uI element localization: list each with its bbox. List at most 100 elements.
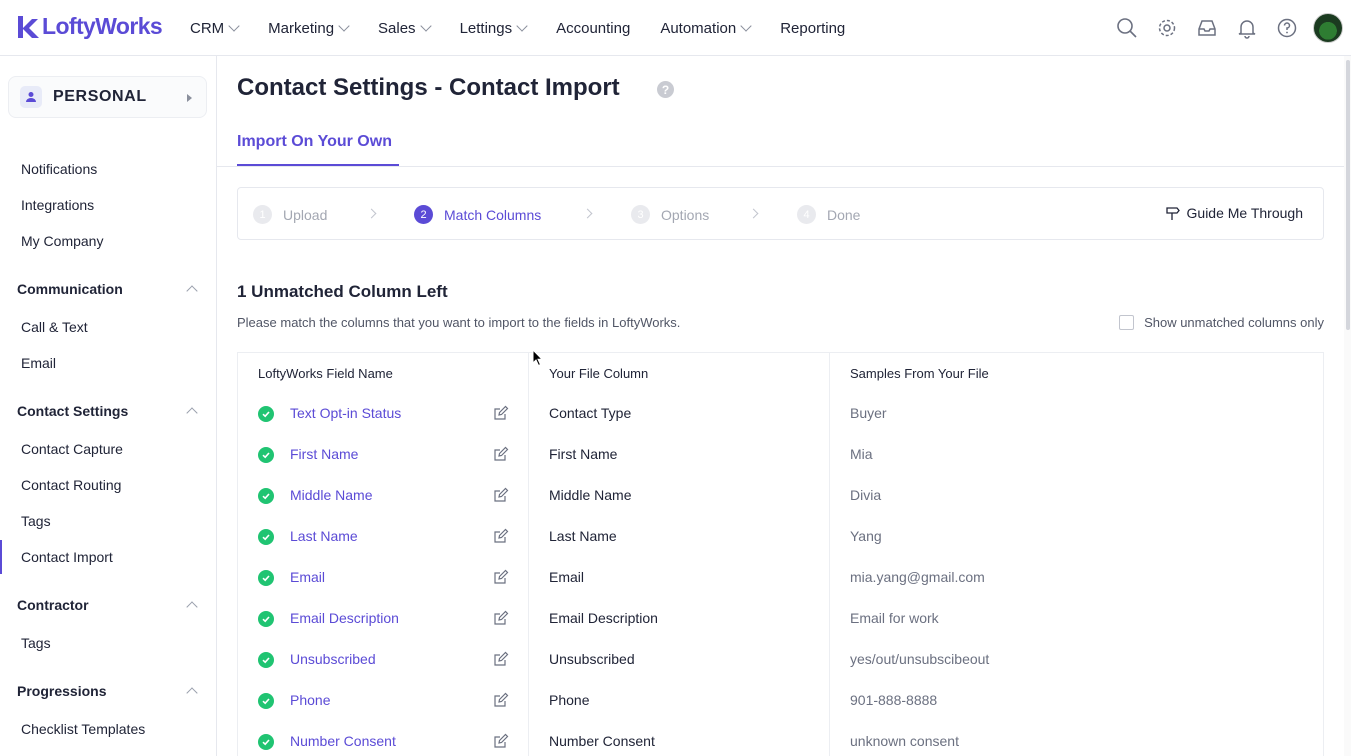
matched-field-link[interactable]: Text Opt-in Status bbox=[290, 405, 401, 421]
step-match-columns: 2 Match Columns bbox=[414, 205, 541, 224]
sample-value: 901-888-8888 bbox=[850, 692, 938, 708]
show-unmatched-toggle[interactable]: Show unmatched columns only bbox=[1119, 315, 1324, 330]
step-upload: 1 Upload bbox=[253, 205, 327, 224]
nav-label: Accounting bbox=[556, 19, 631, 37]
sidebar-section-communication[interactable]: Communication bbox=[17, 281, 123, 297]
help-icon[interactable]: ? bbox=[657, 81, 674, 98]
sidebar-item-checklist-templates[interactable]: Checklist Templates bbox=[21, 721, 145, 737]
top-navigation-bar: LoftyWorks CRM Marketing Sales Lettings … bbox=[0, 0, 1351, 56]
edit-icon[interactable] bbox=[493, 692, 509, 708]
import-stepper: 1 Upload 2 Match Columns 3 Options 4 Don… bbox=[237, 187, 1324, 240]
sidebar-item-call-text[interactable]: Call & Text bbox=[21, 319, 88, 335]
chevron-right-icon bbox=[582, 208, 593, 219]
matched-field-link[interactable]: First Name bbox=[290, 446, 358, 462]
top-icon-group bbox=[1107, 0, 1343, 56]
loftyworks-logo[interactable]: LoftyWorks bbox=[16, 13, 163, 40]
file-column-name: Email Description bbox=[549, 610, 658, 626]
page-title: Contact Settings - Contact Import bbox=[237, 74, 620, 101]
chevron-up-icon[interactable] bbox=[186, 285, 198, 297]
tab-import-on-your-own[interactable]: Import On Your Own bbox=[237, 133, 392, 151]
nav-marketing[interactable]: Marketing bbox=[268, 20, 350, 37]
chevron-up-icon[interactable] bbox=[186, 601, 198, 613]
page-scrollbar-thumb[interactable] bbox=[1346, 60, 1350, 330]
edit-icon[interactable] bbox=[493, 405, 509, 421]
sidebar-item-email[interactable]: Email bbox=[21, 355, 56, 371]
chevron-right-icon bbox=[748, 208, 759, 219]
chevron-down-icon bbox=[516, 19, 528, 32]
nav-reporting[interactable]: Reporting bbox=[780, 20, 845, 37]
sidebar-item-notifications[interactable]: Notifications bbox=[21, 161, 97, 177]
help-icon[interactable] bbox=[1267, 8, 1307, 48]
nav-sales[interactable]: Sales bbox=[378, 19, 432, 37]
column-matching-table: LoftyWorks Field Name Your File Column S… bbox=[237, 352, 1324, 756]
file-column-name: First Name bbox=[549, 446, 618, 462]
sidebar-section-progressions[interactable]: Progressions bbox=[17, 683, 106, 699]
logo-mark-icon bbox=[18, 15, 39, 38]
sidebar-item-integrations[interactable]: Integrations bbox=[21, 197, 94, 213]
edit-icon[interactable] bbox=[493, 651, 509, 667]
chevron-up-icon[interactable] bbox=[186, 687, 198, 699]
matched-field-link[interactable]: Email bbox=[290, 569, 325, 585]
file-column-name: Last Name bbox=[549, 528, 617, 544]
nav-lettings[interactable]: Lettings bbox=[459, 19, 528, 37]
bell-icon[interactable] bbox=[1227, 8, 1267, 48]
sidebar-section-contact-settings[interactable]: Contact Settings bbox=[17, 403, 128, 419]
nav-automation[interactable]: Automation bbox=[660, 19, 752, 37]
file-column-name: Middle Name bbox=[549, 487, 632, 503]
matched-field-link[interactable]: Unsubscribed bbox=[290, 651, 376, 667]
table-row: Last Name Last Name Yang bbox=[238, 518, 1325, 559]
table-row: Text Opt-in Status Contact Type Buyer bbox=[238, 395, 1325, 436]
file-column-name: Unsubscribed bbox=[549, 651, 635, 667]
nav-label: Lettings bbox=[459, 19, 513, 37]
chevron-down-icon bbox=[228, 19, 240, 32]
sidebar-item-contractor-tags[interactable]: Tags bbox=[21, 635, 51, 651]
edit-icon[interactable] bbox=[493, 487, 509, 503]
sidebar-item-contact-import[interactable]: Contact Import bbox=[21, 549, 113, 565]
matched-field-link[interactable]: Email Description bbox=[290, 610, 399, 626]
matched-field-link[interactable]: Middle Name bbox=[290, 487, 372, 503]
nav-label: Reporting bbox=[780, 19, 846, 37]
edit-icon[interactable] bbox=[493, 610, 509, 626]
check-circle-icon bbox=[258, 488, 274, 504]
sidebar-item-contact-routing[interactable]: Contact Routing bbox=[21, 477, 121, 493]
divider bbox=[217, 166, 1344, 167]
header-samples: Samples From Your File bbox=[850, 366, 989, 381]
matched-field-link[interactable]: Phone bbox=[290, 692, 330, 708]
check-circle-icon bbox=[258, 734, 274, 750]
sample-value: Yang bbox=[850, 528, 882, 544]
guide-me-through-button[interactable]: Guide Me Through bbox=[1165, 205, 1303, 221]
gear-icon[interactable] bbox=[1147, 8, 1187, 48]
table-row: Phone Phone 901-888-8888 bbox=[238, 682, 1325, 723]
chevron-up-icon[interactable] bbox=[186, 407, 198, 419]
settings-sidebar: PERSONAL Notifications Integrations My C… bbox=[0, 56, 217, 756]
check-circle-icon bbox=[258, 406, 274, 422]
table-row: Middle Name Middle Name Divia bbox=[238, 477, 1325, 518]
active-indicator bbox=[0, 540, 2, 574]
nav-label: Sales bbox=[378, 19, 416, 37]
matched-field-link[interactable]: Number Consent bbox=[290, 733, 396, 749]
sidebar-item-contact-capture[interactable]: Contact Capture bbox=[21, 441, 123, 457]
edit-icon[interactable] bbox=[493, 733, 509, 749]
sample-value: Mia bbox=[850, 446, 873, 462]
nav-label: Automation bbox=[660, 19, 737, 37]
show-unmatched-checkbox[interactable] bbox=[1119, 315, 1135, 330]
edit-icon[interactable] bbox=[493, 569, 509, 585]
nav-crm[interactable]: CRM bbox=[190, 19, 240, 37]
table-row: Number Consent Number Consent unknown cons… bbox=[238, 723, 1325, 756]
sidebar-item-my-company[interactable]: My Company bbox=[21, 233, 103, 249]
sidebar-item-tags[interactable]: Tags bbox=[21, 513, 51, 529]
inbox-icon[interactable] bbox=[1187, 8, 1227, 48]
matched-field-link[interactable]: Last Name bbox=[290, 528, 358, 544]
step-label: Options bbox=[661, 206, 710, 223]
nav-label: CRM bbox=[190, 19, 225, 37]
file-column-name: Contact Type bbox=[549, 405, 632, 421]
edit-icon[interactable] bbox=[493, 528, 509, 544]
nav-accounting[interactable]: Accounting bbox=[556, 20, 630, 37]
show-unmatched-label: Show unmatched columns only bbox=[1144, 315, 1324, 330]
account-switcher[interactable]: PERSONAL bbox=[8, 76, 207, 118]
edit-icon[interactable] bbox=[493, 446, 509, 462]
user-avatar[interactable] bbox=[1313, 13, 1343, 43]
file-column-name: Phone bbox=[549, 692, 590, 708]
search-icon[interactable] bbox=[1107, 8, 1147, 48]
sidebar-section-contractor[interactable]: Contractor bbox=[17, 597, 89, 613]
